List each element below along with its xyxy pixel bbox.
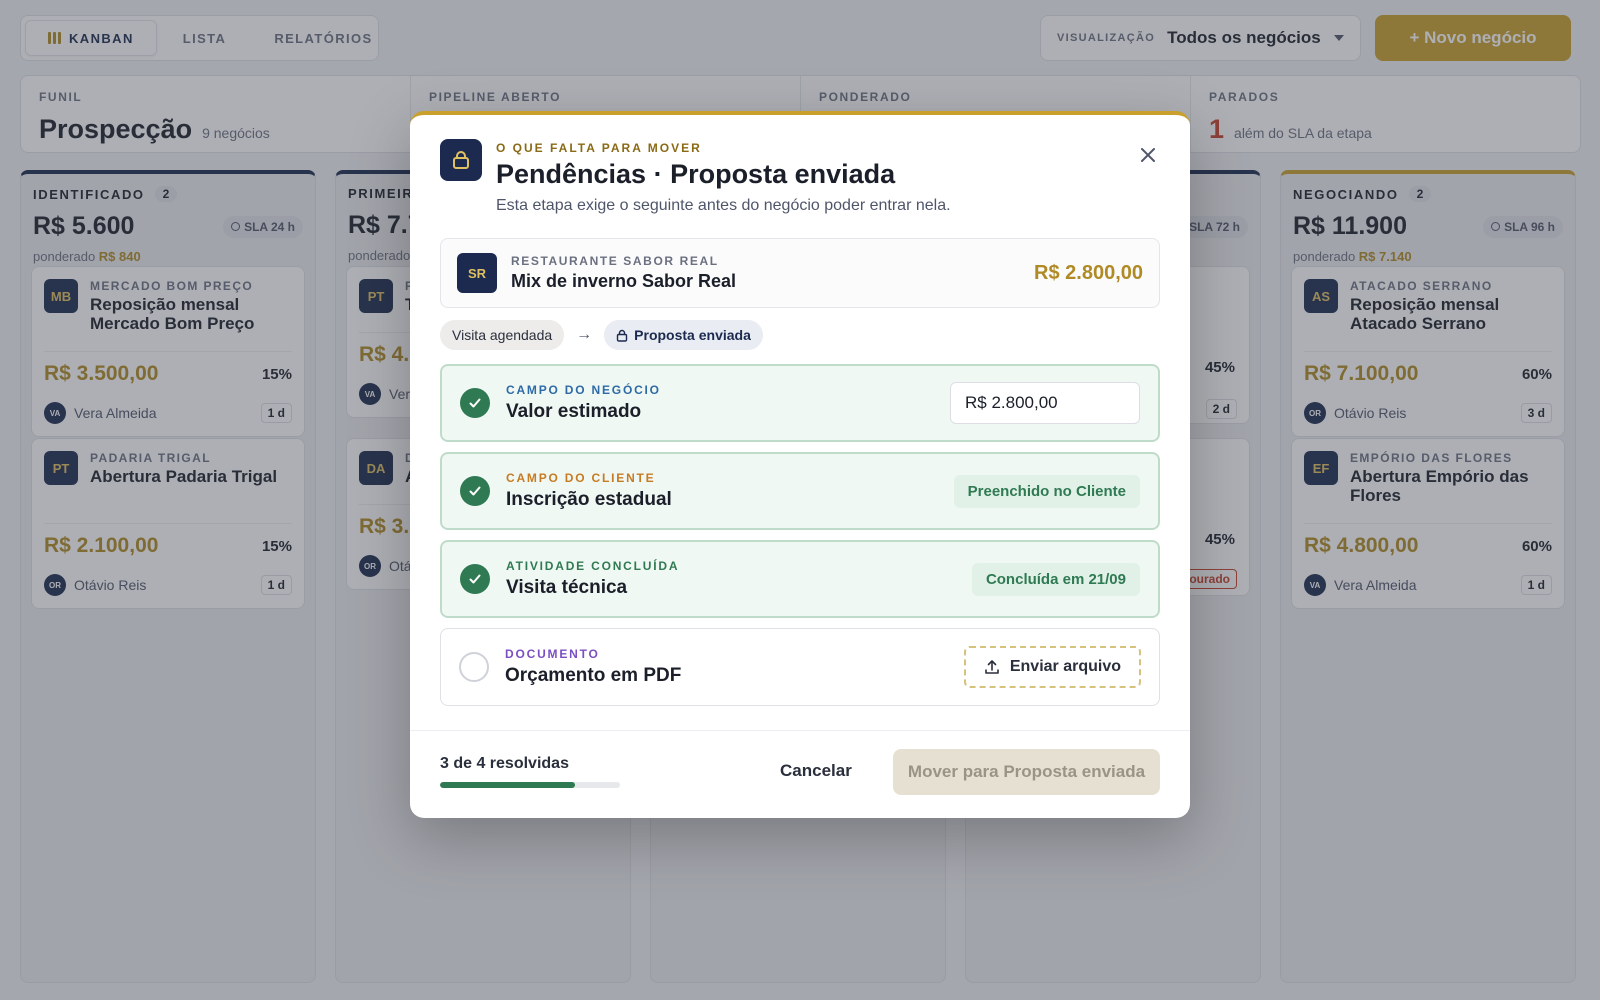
requirement-item: ATIVIDADE CONCLUÍDA Visita técnica Conclu… — [440, 540, 1160, 618]
check-icon — [460, 388, 490, 418]
status-badge: Concluída em 21/09 — [971, 562, 1140, 596]
upload-file-button[interactable]: Enviar arquivo — [963, 646, 1141, 688]
upload-icon — [985, 660, 999, 674]
move-stage-button[interactable]: Mover para Proposta enviada — [893, 749, 1160, 795]
to-stage-pill: Proposta enviada — [604, 320, 763, 350]
deal-value: R$ 2.800,00 — [1034, 261, 1143, 284]
check-icon — [460, 564, 490, 594]
status-badge: Preenchido no Cliente — [953, 474, 1140, 508]
progress-text: 3 de 4 resolvidas — [440, 755, 569, 772]
modal-title: Pendências · Proposta enviada — [496, 159, 896, 189]
requirement-item: CAMPO DO NEGÓCIO Valor estimado — [440, 364, 1160, 442]
progress-bar — [440, 782, 620, 788]
lock-icon — [616, 329, 628, 342]
cancel-button[interactable]: Cancelar — [780, 761, 852, 781]
modal-eyebrow: O QUE FALTA PARA MOVER — [496, 141, 702, 155]
from-stage-pill: Visita agendada — [440, 320, 565, 350]
estimated-value-input[interactable] — [950, 382, 1140, 424]
progress-fill — [440, 782, 575, 788]
empty-circle-icon — [459, 652, 489, 682]
stage-transition: Visita agendada → Proposta enviada — [440, 320, 763, 350]
check-icon — [460, 476, 490, 506]
deal-summary: SR RESTAURANTE SABOR REAL Mix de inverno… — [440, 238, 1160, 308]
modal-footer: 3 de 4 resolvidas Cancelar Mover para Pr… — [410, 730, 1190, 818]
requirement-item: CAMPO DO CLIENTE Inscrição estadual Preen… — [440, 452, 1160, 530]
close-icon[interactable] — [1136, 143, 1160, 167]
requirements-modal: O QUE FALTA PARA MOVER Pendências · Prop… — [410, 111, 1190, 818]
requirement-item: DOCUMENTO Orçamento em PDF Enviar arquivo — [440, 628, 1160, 706]
arrow-right-icon: → — [576, 326, 593, 343]
company-badge: SR — [457, 253, 497, 293]
modal-subtitle: Esta etapa exige o seguinte antes do neg… — [496, 197, 951, 214]
lock-icon — [440, 139, 482, 181]
